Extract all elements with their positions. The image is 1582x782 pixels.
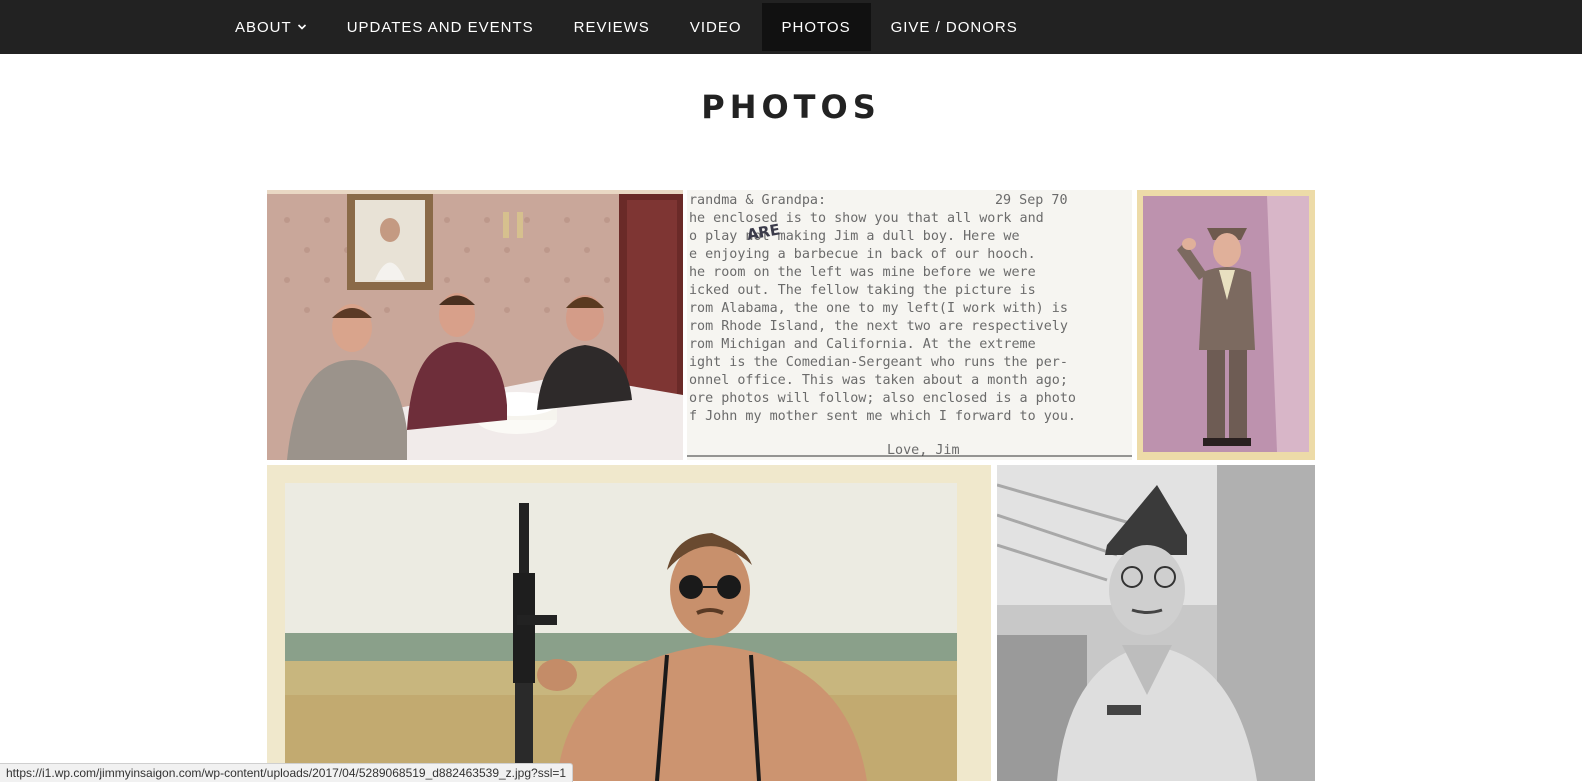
letter-line: rom Michigan and California. At the extr… [689,337,1036,352]
nav-item-about[interactable]: ABOUT [215,3,327,51]
nav-item-label: UPDATES AND EVENTS [346,18,534,36]
letter-line: e enjoying a barbecue in back of our hoo… [689,247,1036,262]
nav-menu: ABOUT UPDATES AND EVENTS REVIEWS VIDEO P… [215,3,1038,51]
nav-item-reviews[interactable]: REVIEWS [554,3,670,51]
letter-line: he room on the left was mine before we w… [689,265,1036,280]
birthday-photo-image [267,190,683,460]
nav-item-label: GIVE / DONORS [890,18,1018,36]
gallery-photo-scout-salute[interactable] [1137,190,1315,460]
letter-line: o play not making Jim a dull boy. Here w… [689,229,1020,244]
letter-line: he enclosed is to show you that all work… [689,211,1044,226]
letter-line: onnel office. This was taken about a mon… [689,373,1068,388]
nav-item-label: VIDEO [689,18,742,36]
page-title: PHOTOS [701,88,881,126]
nav-item-give-donors[interactable]: GIVE / DONORS [871,3,1038,51]
nav-item-updates-and-events[interactable]: UPDATES AND EVENTS [327,3,554,51]
letter-line: icked out. The fellow taking the picture… [689,283,1036,298]
gallery-photo-birthday-boys[interactable] [267,190,683,460]
status-bar-url: https://i1.wp.com/jimmyinsaigon.com/wp-c… [0,763,574,782]
letter-image: 29 Sep 70 randma & Grandpa: he enclosed … [687,190,1132,460]
letter-line: ight is the Comedian-Sergeant who runs t… [689,355,1068,370]
soldier-portrait-photo-image [997,465,1315,781]
letter-line: rom Rhode Island, the next two are respe… [689,319,1068,334]
nav-item-label: REVIEWS [573,18,650,36]
gallery-photo-letter[interactable]: 29 Sep 70 randma & Grandpa: he enclosed … [687,190,1132,460]
chevron-down-icon [297,24,306,30]
scout-photo-image [1137,190,1315,460]
letter-line: randma & Grandpa: [689,193,826,208]
gallery-photo-soldier-rifle[interactable] [267,465,991,781]
letter-line: f John my mother sent me which I forward… [689,409,1076,424]
soldier-rifle-photo-image [267,465,991,781]
letter-line: ore photos will follow; also enclosed is… [689,391,1076,406]
main-navigation: ABOUT UPDATES AND EVENTS REVIEWS VIDEO P… [0,0,1582,54]
nav-item-label: PHOTOS [781,18,851,36]
letter-line: rom Alabama, the one to my left(I work w… [689,301,1068,316]
letter-date: 29 Sep 70 [995,193,1068,208]
nav-item-label: ABOUT [235,18,292,36]
nav-item-photos[interactable]: PHOTOS [761,3,871,51]
gallery-photo-soldier-portrait[interactable] [997,465,1315,781]
nav-item-video[interactable]: VIDEO [670,3,762,51]
